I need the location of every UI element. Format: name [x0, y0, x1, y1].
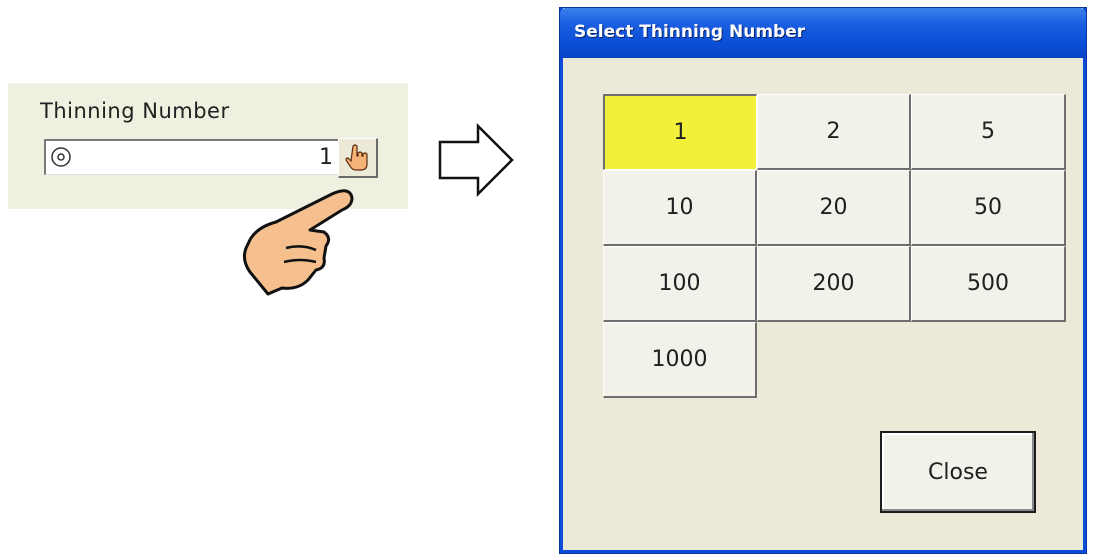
option-button-1000[interactable]: 1000	[603, 322, 757, 398]
option-button-20[interactable]: 20	[757, 170, 911, 246]
hand-pointer-icon	[345, 144, 368, 171]
option-button-500[interactable]: 500	[911, 246, 1066, 322]
select-thinning-number-dialog: Select Thinning Number 1 2 5 10 20 50 10…	[560, 8, 1086, 553]
thinning-number-value: 1	[319, 145, 333, 170]
pointing-hand-icon	[243, 189, 354, 296]
thinning-number-field[interactable]: 1	[44, 139, 344, 175]
option-button-1[interactable]: 1	[603, 94, 757, 170]
dialog-titlebar[interactable]: Select Thinning Number	[560, 8, 1086, 58]
option-button-2[interactable]: 2	[757, 94, 911, 170]
thinning-number-options: 1 2 5 10 20 50 100 200 500 1000	[603, 94, 1066, 399]
thinning-number-picker-button[interactable]	[338, 138, 378, 178]
close-button[interactable]: Close	[880, 431, 1036, 513]
dialog-title: Select Thinning Number	[574, 22, 806, 42]
option-button-50[interactable]: 50	[911, 170, 1066, 246]
option-button-5[interactable]: 5	[911, 94, 1066, 170]
thinning-number-label: Thinning Number	[40, 99, 230, 123]
dial-icon	[51, 147, 71, 167]
option-button-100[interactable]: 100	[603, 246, 757, 322]
option-button-10[interactable]: 10	[603, 170, 757, 246]
right-arrow-icon	[438, 122, 514, 198]
option-button-200[interactable]: 200	[757, 246, 911, 322]
